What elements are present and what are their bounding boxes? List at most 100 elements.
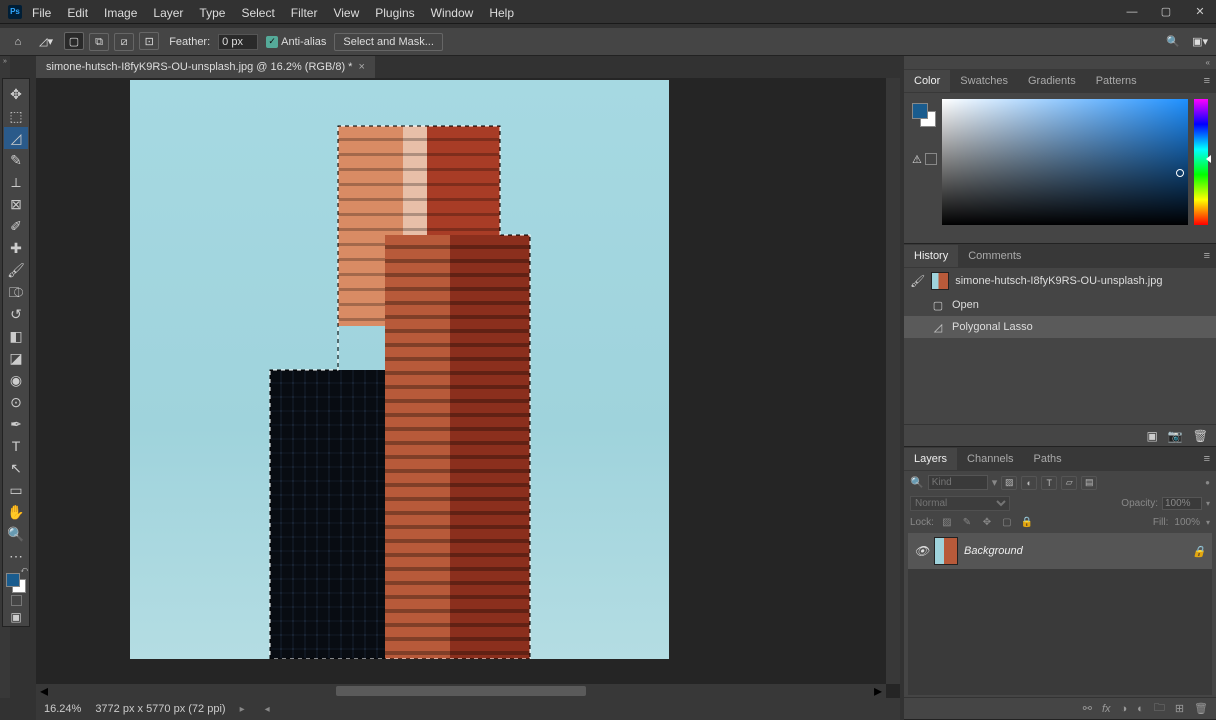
swap-colors-icon[interactable]: ⤺ <box>21 567 28 575</box>
fill-input[interactable]: 100% <box>1174 517 1200 528</box>
menu-type[interactable]: Type <box>191 3 233 23</box>
path-select-tool[interactable]: ↖ <box>4 457 28 479</box>
pen-tool[interactable]: ✒ <box>4 413 28 435</box>
color-field[interactable] <box>942 99 1188 225</box>
panel-menu-icon[interactable]: ≡ <box>1198 75 1216 87</box>
opacity-input[interactable]: 100% <box>1162 497 1202 510</box>
tab-comments[interactable]: Comments <box>958 245 1031 267</box>
lock-all-icon[interactable]: 🔒 <box>1020 515 1034 529</box>
blur-tool[interactable]: ◉ <box>4 369 28 391</box>
lock-artboard-icon[interactable]: ▢ <box>1000 515 1014 529</box>
document-tab[interactable]: simone-hutsch-I8fyK9RS-OU-unsplash.jpg @… <box>36 56 375 78</box>
document-dimensions[interactable]: 3772 px x 5770 px (72 ppi) <box>95 703 225 715</box>
current-tool-icon[interactable]: ◿▾ <box>36 33 56 51</box>
trash-icon[interactable]: 🗑 <box>1194 702 1208 715</box>
history-source-row[interactable]: 🖌 simone-hutsch-I8fyK9RS-OU-unsplash.jpg <box>904 268 1216 294</box>
dodge-tool[interactable]: ⊙ <box>4 391 28 413</box>
selection-new-icon[interactable]: ▢ <box>64 32 84 50</box>
vertical-scrollbar[interactable] <box>886 78 900 684</box>
frame-tool[interactable]: ⊠ <box>4 193 28 215</box>
menu-layer[interactable]: Layer <box>145 3 191 23</box>
chevron-left-icon[interactable]: ◂ <box>40 681 48 698</box>
foreground-background-swatch[interactable]: ⤺ <box>4 569 28 593</box>
zoom-tool[interactable]: 🔍 <box>4 523 28 545</box>
create-document-icon[interactable]: ▣ <box>1146 429 1157 443</box>
layer-name[interactable]: Background <box>964 545 1023 557</box>
chevron-right-icon[interactable]: ▸ <box>874 681 882 698</box>
hue-slider[interactable] <box>1194 99 1208 225</box>
anti-alias-checkbox[interactable]: ✓ Anti-alias <box>266 36 326 48</box>
clone-stamp-tool[interactable]: ⎄ <box>4 281 28 303</box>
workspace-switcher-icon[interactable]: ▣▾ <box>1192 35 1208 48</box>
selection-add-icon[interactable]: ⧉ <box>89 33 109 51</box>
minimize-button[interactable]: — <box>1124 4 1140 20</box>
lock-pixels-icon[interactable]: ▨ <box>940 515 954 529</box>
blend-mode-select[interactable]: Normal <box>910 496 1010 511</box>
collapse-panels-icon[interactable]: « <box>904 56 1216 69</box>
snapshot-icon[interactable]: 📷 <box>1168 429 1183 443</box>
filter-toggle[interactable]: ● <box>1205 478 1210 487</box>
lasso-tool[interactable]: ◿ <box>4 127 28 149</box>
tab-layers[interactable]: Layers <box>904 448 957 470</box>
eyedropper-tool[interactable]: ✐ <box>4 215 28 237</box>
selection-intersect-icon[interactable]: ⊡ <box>139 32 159 50</box>
menu-file[interactable]: File <box>24 3 59 23</box>
menu-plugins[interactable]: Plugins <box>367 3 422 23</box>
quick-select-tool[interactable]: ✎ <box>4 149 28 171</box>
search-icon[interactable]: 🔍 <box>1166 35 1180 48</box>
filter-pixel-icon[interactable]: ▨ <box>1001 476 1017 490</box>
hand-tool[interactable]: ✋ <box>4 501 28 523</box>
trash-icon[interactable]: 🗑 <box>1193 429 1208 443</box>
tab-channels[interactable]: Channels <box>957 448 1023 470</box>
filter-type-icon[interactable]: T <box>1041 476 1057 490</box>
menu-help[interactable]: Help <box>481 3 522 23</box>
home-icon[interactable]: ⌂ <box>8 33 28 51</box>
fx-icon[interactable]: fx <box>1102 703 1111 715</box>
gamut-warning[interactable]: ⚠ <box>912 153 937 166</box>
screen-mode-toggle[interactable]: ▣ <box>6 608 26 626</box>
filter-shape-icon[interactable]: ▱ <box>1061 476 1077 490</box>
horizontal-scrollbar[interactable]: ◂ ▸ <box>36 684 886 698</box>
tab-close-icon[interactable]: × <box>358 61 364 73</box>
tab-color[interactable]: Color <box>904 70 950 92</box>
type-tool[interactable]: T <box>4 435 28 457</box>
tab-swatches[interactable]: Swatches <box>950 70 1018 92</box>
menu-filter[interactable]: Filter <box>283 3 326 23</box>
filter-adjust-icon[interactable]: ◐ <box>1021 476 1037 490</box>
menu-select[interactable]: Select <box>233 3 282 23</box>
menu-view[interactable]: View <box>325 3 367 23</box>
panel-menu-icon[interactable]: ≡ <box>1198 453 1216 465</box>
more-tools[interactable]: ⋯ <box>4 545 28 567</box>
history-item[interactable]: ▢Open <box>904 294 1216 316</box>
panel-menu-icon[interactable]: ≡ <box>1198 250 1216 262</box>
adjustment-icon[interactable]: ◐ <box>1137 703 1144 715</box>
menu-edit[interactable]: Edit <box>59 3 96 23</box>
crop-tool[interactable]: ⟂ <box>4 171 28 193</box>
link-layers-icon[interactable]: ⚯ <box>1083 702 1092 715</box>
history-item[interactable]: ◿Polygonal Lasso <box>904 316 1216 338</box>
close-button[interactable]: ✕ <box>1192 4 1208 20</box>
lock-move-icon[interactable]: ✥ <box>980 515 994 529</box>
gradient-tool[interactable]: ◪ <box>4 347 28 369</box>
selection-subtract-icon[interactable]: ⧄ <box>114 33 134 51</box>
menu-image[interactable]: Image <box>96 3 145 23</box>
visibility-toggle-icon[interactable]: 👁 <box>914 544 928 558</box>
select-and-mask-button[interactable]: Select and Mask... <box>334 33 443 51</box>
chevron-left-icon[interactable]: ◂ <box>265 704 270 715</box>
menu-window[interactable]: Window <box>423 3 482 23</box>
tab-history[interactable]: History <box>904 245 958 267</box>
zoom-level[interactable]: 16.24% <box>44 703 81 715</box>
move-tool[interactable]: ✥ <box>4 83 28 105</box>
fg-color-well[interactable] <box>912 103 928 119</box>
brush-tool[interactable]: 🖌 <box>4 259 28 281</box>
document-canvas[interactable] <box>130 80 669 659</box>
tab-gradients[interactable]: Gradients <box>1018 70 1086 92</box>
layers-filter-input[interactable] <box>928 475 988 490</box>
layer-row[interactable]: 👁 Background 🔒 <box>908 533 1212 569</box>
history-brush-tool[interactable]: ↺ <box>4 303 28 325</box>
filter-smart-icon[interactable]: ▤ <box>1081 476 1097 490</box>
feather-input[interactable] <box>218 34 258 50</box>
group-icon[interactable]: 🗀 <box>1154 699 1165 718</box>
quick-mask-toggle[interactable] <box>11 595 22 606</box>
tab-paths[interactable]: Paths <box>1024 448 1072 470</box>
